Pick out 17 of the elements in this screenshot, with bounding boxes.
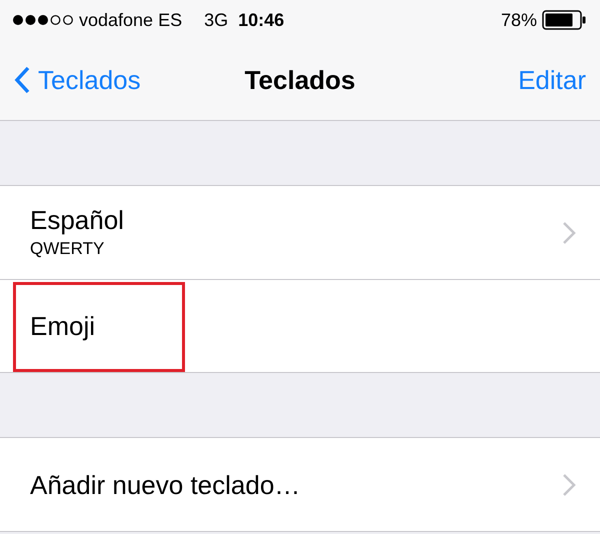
keyboard-name: Emoji <box>30 310 96 342</box>
screen-title: Teclados <box>244 64 356 96</box>
back-button[interactable]: Teclados <box>14 60 141 100</box>
signal-icon <box>12 14 74 26</box>
back-chevron-icon <box>14 66 30 94</box>
keyboard-row[interactable]: Añadir nuevo teclado… <box>0 438 600 531</box>
battery-icon <box>542 10 588 30</box>
battery-percentage: 78% <box>500 8 537 32</box>
keyboard-row[interactable]: Español QWERTY <box>0 186 600 279</box>
keyboard-row[interactable]: Emoji <box>0 279 600 372</box>
keyboard-name: Añadir nuevo teclado… <box>30 468 300 500</box>
keyboard-name: Español <box>30 204 124 236</box>
clock: 10:46 <box>238 8 284 32</box>
edit-button[interactable]: Editar <box>518 60 586 100</box>
network-type: 3G <box>204 8 228 32</box>
keyboard-layout: QWERTY <box>30 238 106 260</box>
carrier-name: vodafone ES <box>79 8 182 32</box>
